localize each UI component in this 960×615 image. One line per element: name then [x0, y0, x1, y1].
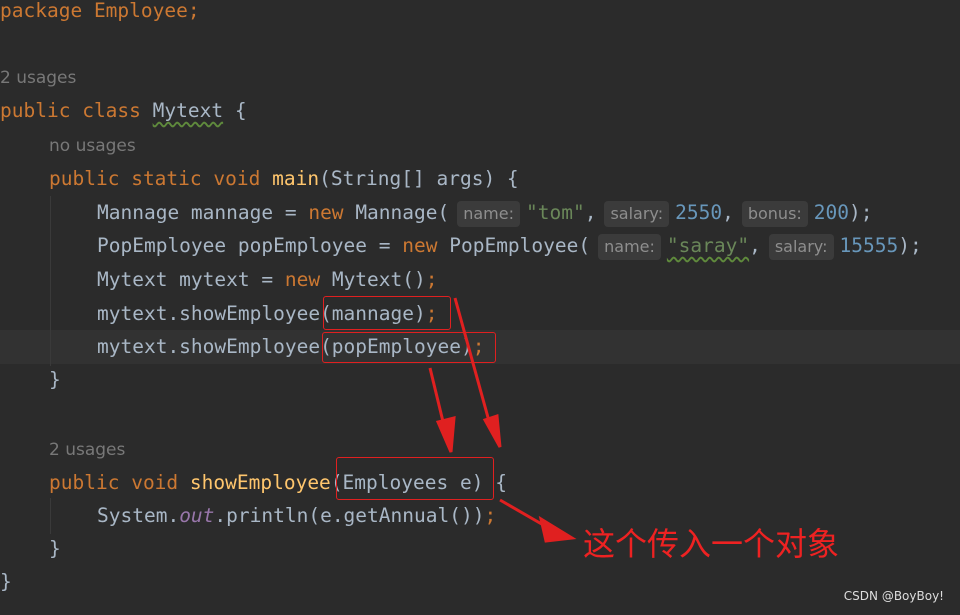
watermark: CSDN @BoyBoy!	[843, 589, 944, 603]
annotation-text: 这个传入一个对象	[583, 525, 840, 563]
